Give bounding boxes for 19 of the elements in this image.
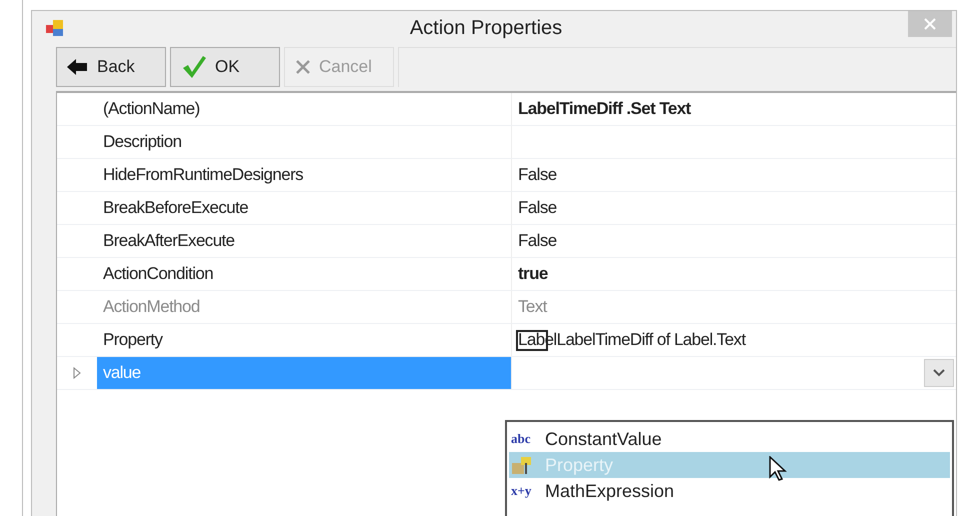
property-value[interactable]: False [518,198,557,218]
x-icon [295,59,311,75]
property-value[interactable]: False [518,231,557,251]
dropdown-button[interactable] [924,359,954,387]
ok-button[interactable]: OK [170,47,280,87]
chevron-down-icon [933,369,945,377]
checkmark-icon [181,55,207,79]
window-title: Action Properties [408,16,564,40]
close-icon [924,18,936,30]
app-icon [46,19,64,37]
type-glyph: x+y [511,483,532,499]
property-value[interactable]: False [518,165,557,185]
expand-arrow-icon[interactable] [73,367,81,379]
back-button[interactable]: Back [56,47,166,87]
type-glyph: abc [511,431,532,447]
property-value[interactable]: true [518,264,548,284]
mouse-cursor-icon [769,456,787,482]
arrow-left-icon [67,59,89,75]
property-value[interactable]: LabelTimeDiff .Set Text [518,99,691,119]
